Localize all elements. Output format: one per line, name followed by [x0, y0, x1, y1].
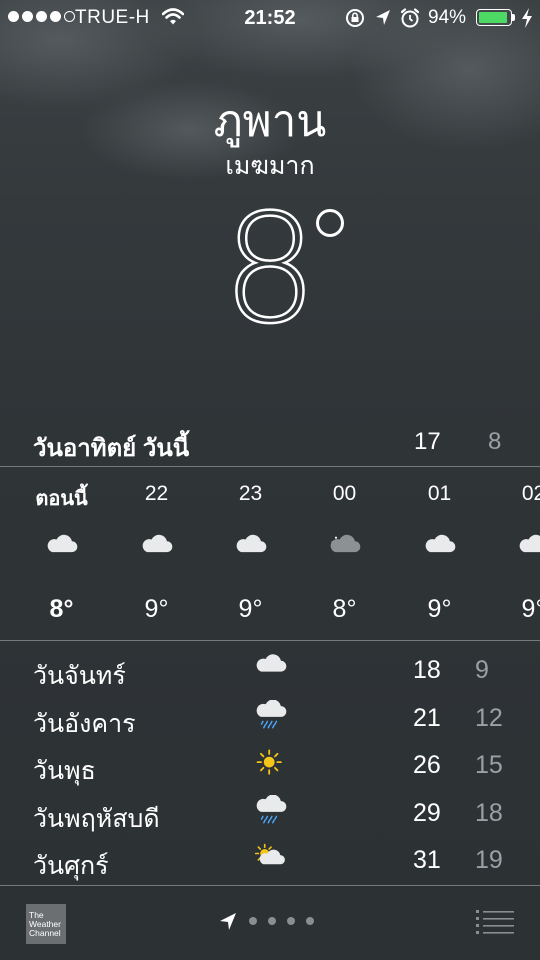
degree-symbol [316, 209, 344, 237]
sun-icon [253, 747, 289, 786]
daily-high: 21 [413, 703, 441, 732]
today-low: 8 [488, 428, 502, 455]
today-label: วันอาทิตย์ วันนี้ [33, 435, 190, 462]
daily-high: 18 [413, 656, 441, 684]
rain-icon [253, 794, 289, 834]
daily-row: วันจันทร์ 18 9 [0, 648, 540, 696]
page-indicator[interactable] [218, 908, 314, 934]
daily-high: 31 [413, 846, 441, 874]
rain-icon [253, 699, 289, 739]
hourly-time: 01 [427, 482, 452, 505]
hourly-time: 23 [238, 482, 263, 505]
current-temperature: 8 [0, 183, 540, 357]
hourly-temp: 9° [144, 595, 169, 623]
weather-channel-logo[interactable]: The Weather Channel [26, 904, 66, 944]
daily-low: 19 [475, 846, 503, 874]
daily-row: วันพฤหัสบดี 29 18 [0, 791, 540, 839]
page-dot [249, 917, 257, 925]
daily-row: วันอังคาร 21 12 [0, 696, 540, 744]
location-arrow-icon [376, 10, 390, 25]
daily-row: วันพุธ 26 15 [0, 743, 540, 791]
hourly-temp: 9° [521, 595, 540, 623]
battery-icon [476, 9, 512, 26]
cloud-icon [44, 534, 80, 568]
cloud-icon [253, 652, 289, 691]
hourly-temp: 9° [238, 595, 263, 623]
daily-day: วันพฤหัสบดี [33, 804, 160, 833]
divider [0, 640, 540, 641]
hourly-forecast-strip[interactable]: ตอนนี้ 8° 22 9° 23 9° 00 8° 01 9° 02 9° [0, 468, 540, 640]
cloud-icon [139, 534, 175, 568]
today-summary-row: วันอาทิตย์ วันนี้ 17 8 [0, 424, 540, 464]
hourly-temp: 8° [49, 595, 74, 623]
cloudy-night-icon [327, 534, 363, 568]
daily-high: 26 [413, 751, 441, 779]
hourly-temp: 8° [332, 595, 357, 623]
rotation-lock-icon [346, 9, 364, 27]
daily-day: วันพุธ [33, 757, 96, 785]
today-high: 17 [414, 428, 441, 455]
daily-row: วันศุกร์ 31 19 [0, 838, 540, 886]
page-dot [306, 917, 314, 925]
divider [0, 466, 540, 467]
location-arrow-icon [220, 913, 236, 930]
hourly-time: 00 [332, 482, 357, 505]
cloud-icon [233, 534, 269, 568]
logo-line: Channel [29, 928, 61, 938]
cloud-icon [516, 534, 540, 568]
list-icon[interactable] [476, 908, 514, 934]
current-temperature-value: 8 [221, 183, 319, 357]
battery-percent: 94% [428, 7, 467, 28]
battery-cap [512, 14, 515, 21]
divider [0, 885, 540, 886]
hourly-time: 02 [521, 482, 540, 505]
page-dot [268, 917, 276, 925]
hourly-temp: 9° [427, 595, 452, 623]
daily-low: 9 [475, 656, 489, 684]
partly-sunny-icon [253, 842, 289, 881]
daily-low: 18 [475, 798, 503, 827]
charging-bolt-icon [522, 8, 532, 28]
hourly-time: ตอนนี้ [35, 488, 88, 510]
alarm-clock-icon [400, 8, 420, 28]
daily-high: 29 [413, 798, 441, 827]
hourly-time: 22 [144, 482, 169, 505]
daily-day: วันศุกร์ [33, 852, 109, 880]
daily-day: วันจันทร์ [33, 662, 126, 690]
page-dot [287, 917, 295, 925]
status-bar: TRUE-H 21:52 94% [0, 0, 540, 36]
cloud-icon [422, 534, 458, 568]
daily-low: 12 [475, 703, 503, 732]
daily-low: 15 [475, 751, 503, 779]
current-condition: เมฆมาก [225, 152, 315, 180]
daily-day: วันอังคาร [33, 709, 136, 738]
